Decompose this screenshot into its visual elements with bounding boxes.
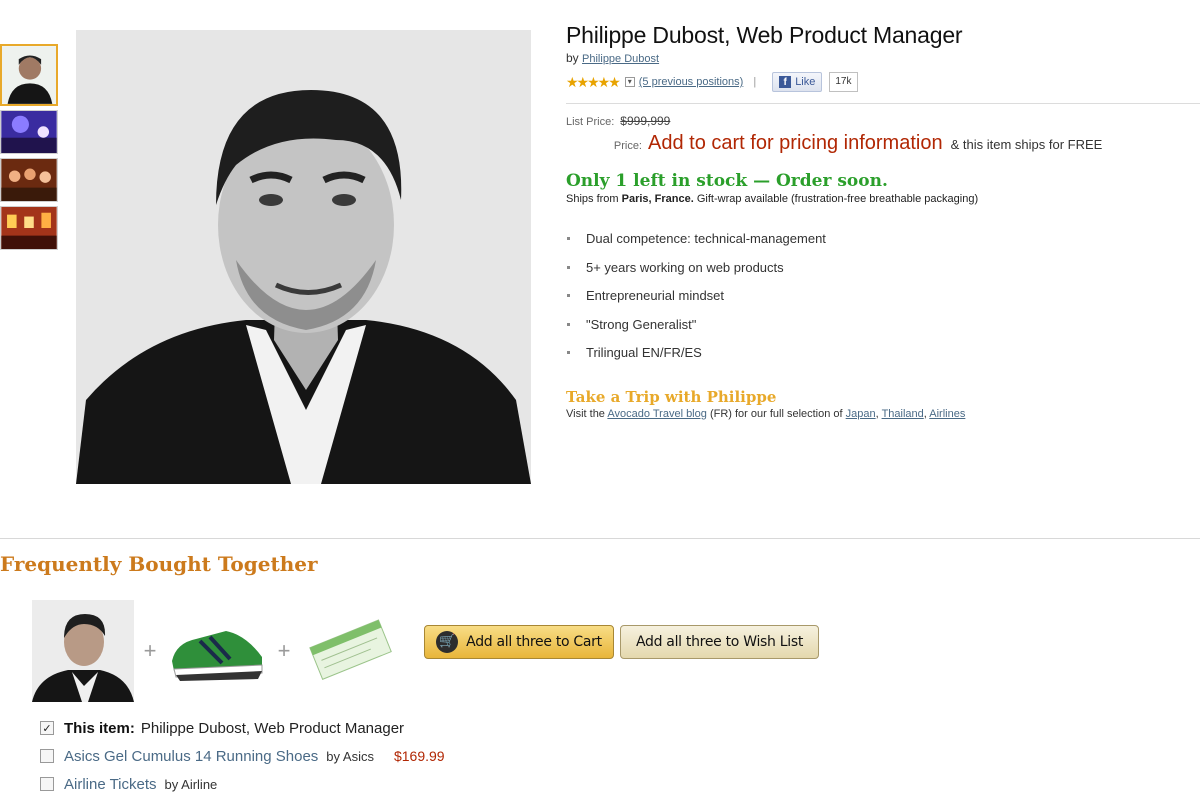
fbt-item-name: Philippe Dubost, Web Product Manager — [140, 719, 405, 737]
reviews-link[interactable]: (5 previous positions) — [639, 76, 744, 88]
travel-blog-link[interactable]: Avocado Travel blog — [607, 408, 706, 420]
feature-list: Dual competence: technical-management 5+… — [566, 231, 1200, 374]
add-all-to-wish-list-button[interactable]: Add all three to Wish List — [620, 625, 819, 659]
fbt-item-link[interactable]: Asics Gel Cumulus 14 Running Shoes — [64, 748, 318, 765]
ships-from-label: Ships from — [566, 193, 619, 205]
fbt-item-row: ✓ This item: Philippe Dubost, Web Produc… — [40, 714, 445, 742]
add-all-to-cart-button[interactable]: 🛒 Add all three to Cart — [424, 625, 614, 659]
stock-status: Only 1 left in stock — Order soon. — [566, 171, 888, 191]
by-label: by — [566, 51, 579, 65]
fbt-item-row: Airline Tickets by Airline — [40, 770, 445, 798]
plus-icon: + — [277, 638, 291, 663]
fbt-item-link[interactable]: Airline Tickets — [64, 776, 157, 793]
free-shipping-text: & this item ships for FREE — [950, 137, 1103, 152]
add-all-to-cart-label: Add all three to Cart — [466, 634, 602, 650]
airlines-link[interactable]: Airlines — [929, 408, 965, 420]
checkbox-checked[interactable]: ✓ — [40, 721, 54, 735]
trip-title: Take a Trip with Philippe — [566, 387, 777, 406]
product-main-image[interactable] — [76, 30, 531, 484]
product-details: Philippe Dubost, Web Product Manager by … — [566, 22, 1200, 420]
fbt-item-image-portrait[interactable] — [32, 600, 134, 702]
trip-text: Visit the Avocado Travel blog (FR) for o… — [566, 407, 966, 420]
thumbnail-night[interactable] — [0, 206, 58, 250]
fbt-item-list: ✓ This item: Philippe Dubost, Web Produc… — [40, 714, 445, 798]
fbt-heading: Frequently Bought Together — [0, 552, 318, 576]
gift-wrap-text: Gift-wrap available (frustration-free br… — [696, 193, 979, 205]
list-price-label: List Price: — [566, 116, 615, 128]
author-link[interactable]: Philippe Dubost — [582, 53, 659, 65]
star-rating-icon[interactable]: ★★★★★ — [566, 74, 621, 91]
feature-item: "Strong Generalist" — [566, 317, 1200, 346]
cart-icon: 🛒 — [436, 631, 459, 653]
feature-item: Trilingual EN/FR/ES — [566, 345, 1200, 374]
japan-link[interactable]: Japan — [846, 408, 876, 420]
price-row: Price: Add to cart for pricing informati… — [566, 132, 1200, 155]
thumbnail-strip — [0, 44, 58, 254]
add-all-to-wish-list-label: Add all three to Wish List — [635, 634, 804, 650]
thumbnail-group[interactable] — [0, 158, 58, 202]
facebook-like-count: 17k — [829, 72, 858, 92]
list-price-value: $999,999 — [620, 114, 671, 128]
fbt-item-image-tickets[interactable] — [300, 611, 402, 691]
thumbnail-concert[interactable] — [0, 110, 58, 154]
separator: | — [753, 76, 757, 88]
facebook-like-label: Like — [795, 76, 816, 88]
price-box: List Price: $999,999 Price: Add to cart … — [566, 114, 1200, 155]
thailand-link[interactable]: Thailand — [882, 408, 924, 420]
feature-item: 5+ years working on web products — [566, 260, 1200, 289]
trip-prefix: Visit the — [566, 407, 605, 420]
byline: by Philippe Dubost — [566, 51, 1200, 65]
fbt-item-by: by Airline — [164, 776, 218, 792]
divider — [566, 103, 1200, 104]
chevron-down-icon[interactable]: ▾ — [624, 77, 635, 87]
plus-icon: + — [143, 638, 157, 663]
thumbnail-portrait[interactable] — [0, 44, 58, 106]
price-label: Price: — [613, 140, 642, 152]
checkbox[interactable] — [40, 749, 54, 763]
feature-item: Entrepreneurial mindset — [566, 288, 1200, 317]
facebook-icon: f — [779, 76, 792, 88]
product-title: Philippe Dubost, Web Product Manager — [566, 22, 963, 48]
fbt-item-prefix: This item: — [64, 719, 135, 737]
fbt-images: + + — [32, 600, 402, 702]
price-value: Add to cart for pricing information — [648, 132, 943, 154]
fbt-item-by: by Asics — [326, 748, 374, 764]
ships-from-value: Paris, France. — [621, 193, 694, 205]
checkbox[interactable] — [40, 777, 54, 791]
rating-row: ★★★★★ ▾ (5 previous positions) | f Like … — [566, 71, 1200, 93]
list-price-row: List Price: $999,999 — [566, 114, 1200, 128]
section-divider — [0, 538, 1200, 539]
facebook-like-button[interactable]: f Like — [772, 72, 823, 92]
trip-mid: (FR) for our full selection of — [709, 407, 843, 420]
ships-from: Ships from Paris, France. Gift-wrap avai… — [566, 193, 1200, 205]
fbt-item-price: $169.99 — [393, 748, 445, 764]
feature-item: Dual competence: technical-management — [566, 231, 1200, 260]
fbt-item-row: Asics Gel Cumulus 14 Running Shoes by As… — [40, 742, 445, 770]
fbt-item-image-shoe[interactable] — [166, 611, 268, 691]
